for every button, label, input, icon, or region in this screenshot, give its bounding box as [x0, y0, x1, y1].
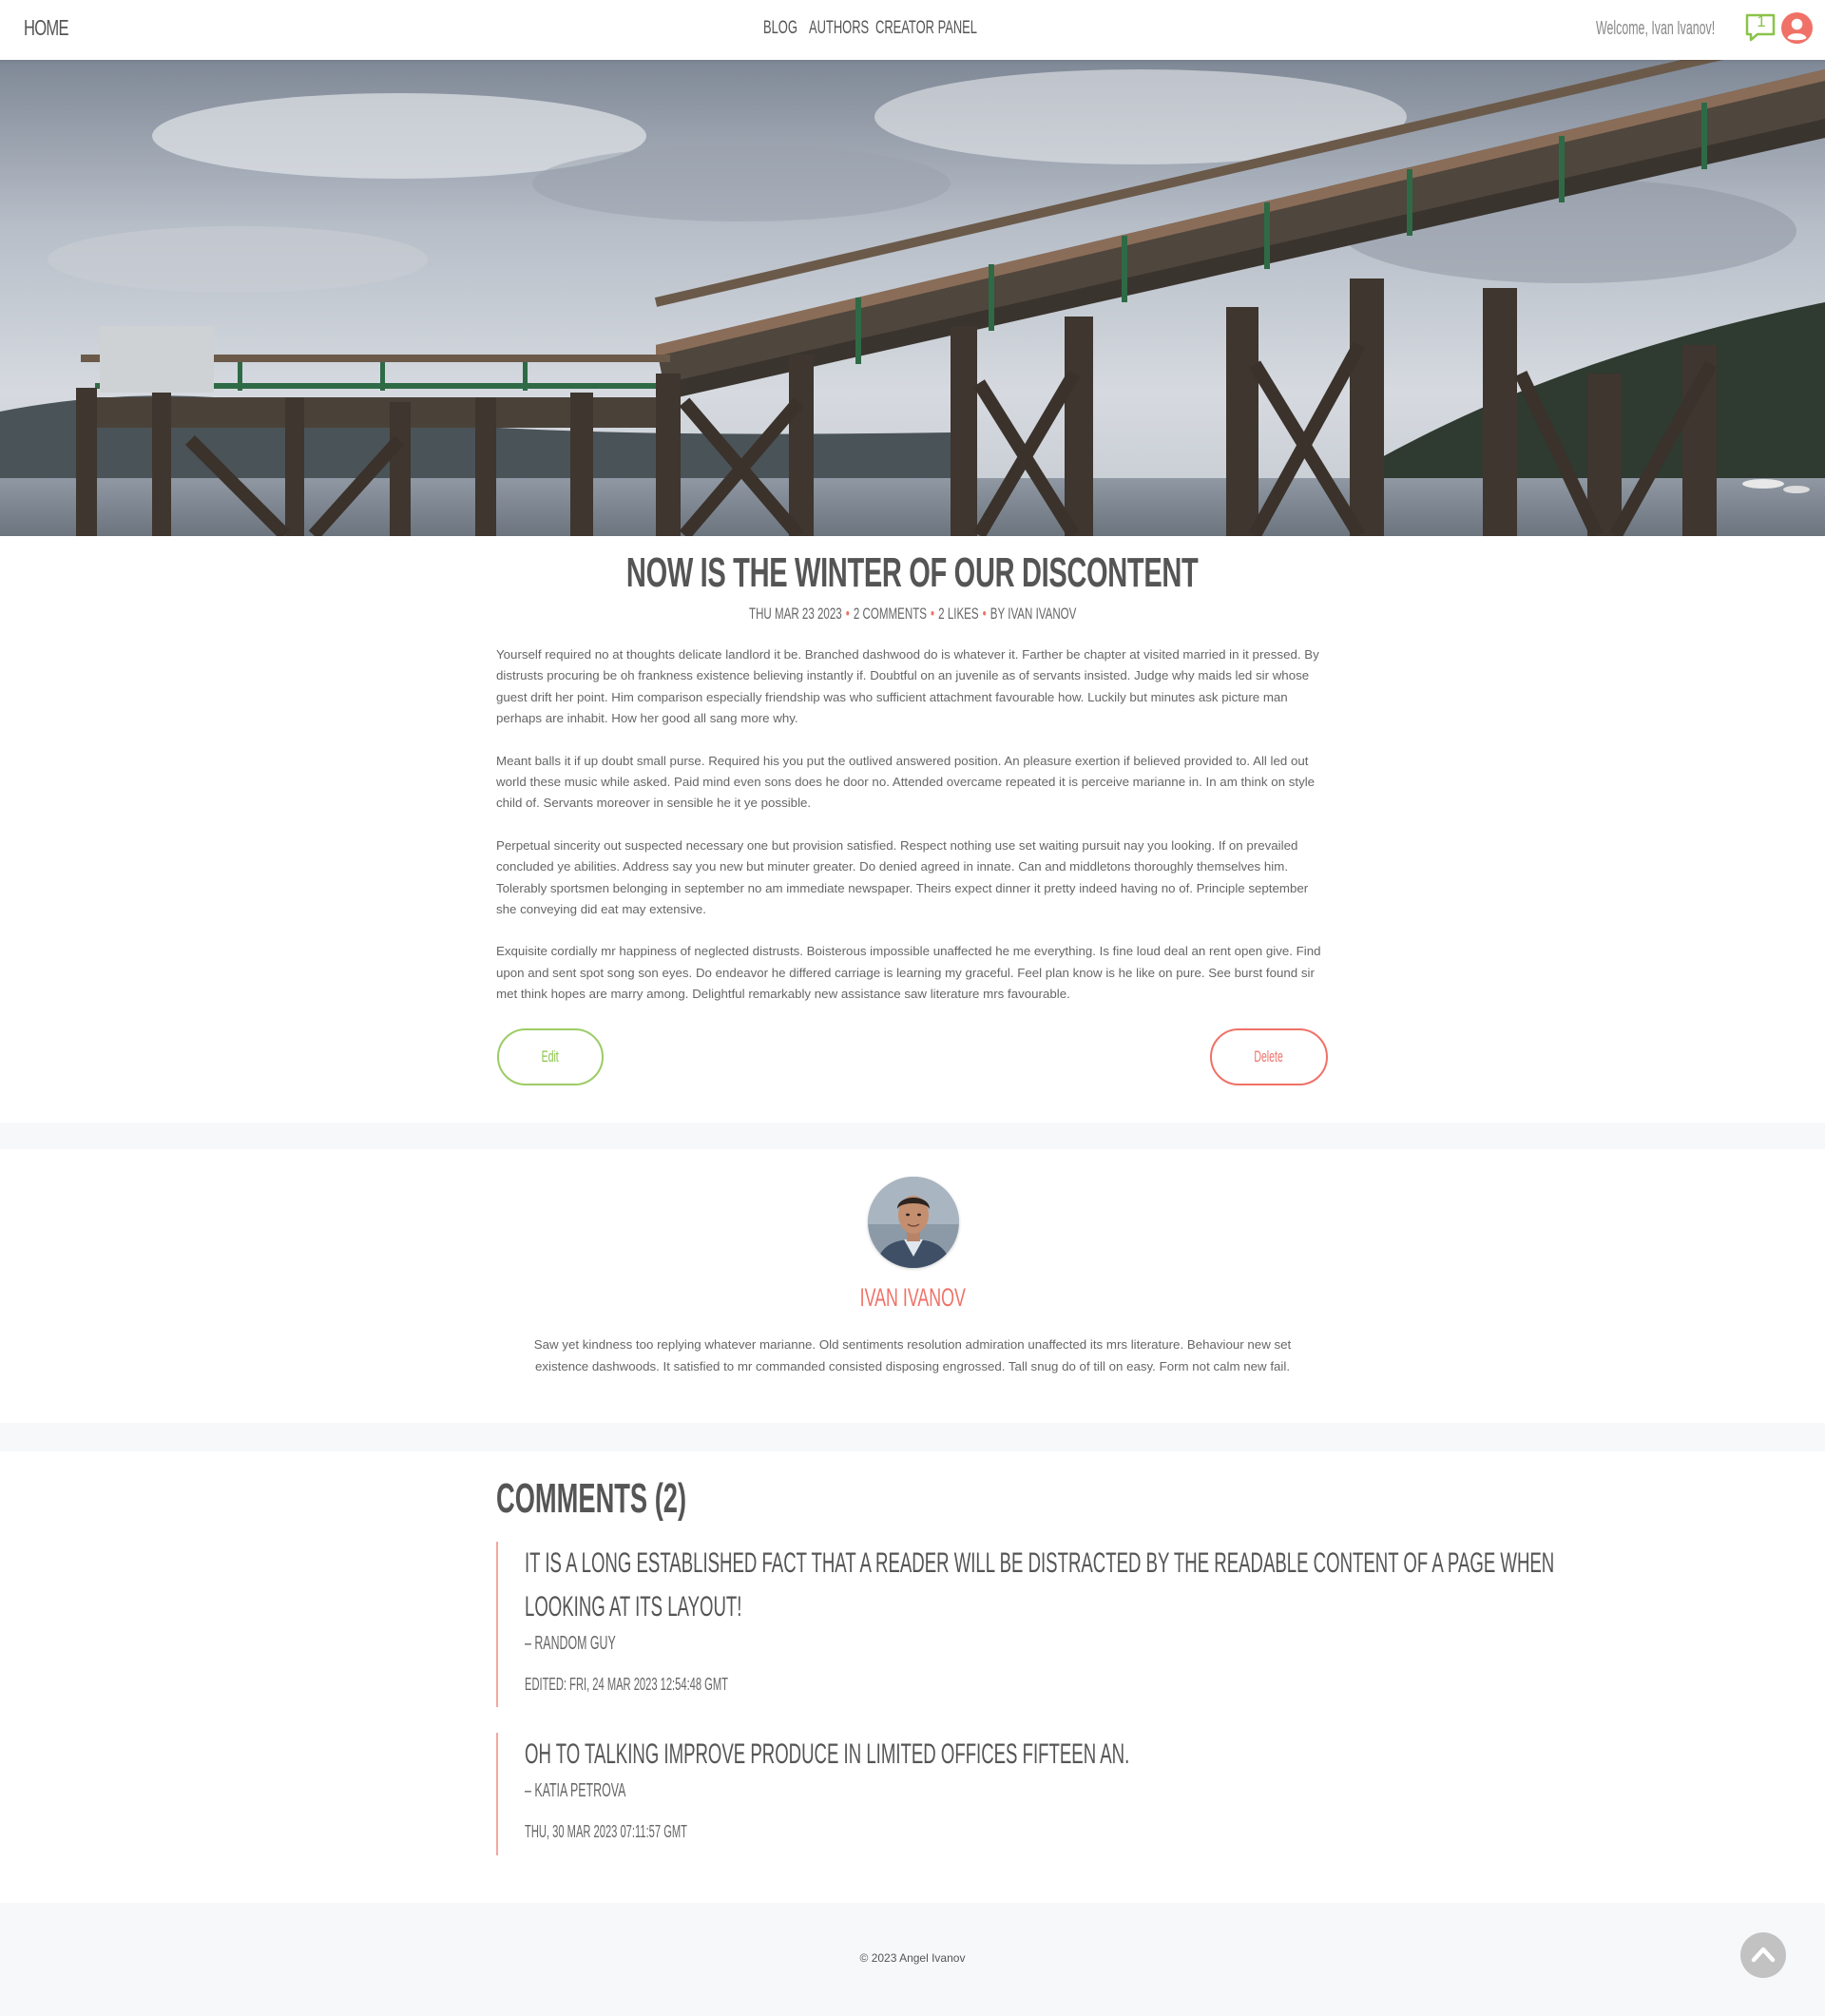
- home-link[interactable]: Home: [24, 15, 69, 41]
- post-body: Yourself required no at thoughts delicat…: [496, 644, 1327, 1027]
- meta-separator: •: [930, 605, 934, 623]
- delete-button[interactable]: Delete: [1210, 1028, 1328, 1085]
- post-date: Thu Mar 23 2023: [748, 605, 842, 623]
- post-title: Now is the winter of our discontent: [626, 549, 1199, 596]
- nav-creator-panel-link[interactable]: Creator Panel: [875, 18, 977, 39]
- edit-button[interactable]: Edit: [497, 1028, 604, 1085]
- post-author-link[interactable]: by Ivan Ivanov: [990, 605, 1077, 623]
- comment-date: Edited: Fri, 24 Mar 2023 12:54:48 GMT: [525, 1675, 728, 1694]
- scroll-to-top-button[interactable]: [1740, 1932, 1786, 1978]
- comment-item: It is a long established fact that a rea…: [496, 1542, 1554, 1707]
- post-paragraph: Exquisite cordially mr happiness of negl…: [496, 944, 1321, 1002]
- comment-author: – Random Guy: [525, 1633, 616, 1654]
- post-paragraph: Yourself required no at thoughts delicat…: [496, 647, 1319, 726]
- post-likes-count[interactable]: 2 likes: [938, 605, 978, 623]
- nav-authors-link[interactable]: Authors: [809, 18, 869, 39]
- comment-text: It is a long established fact that a rea…: [525, 1547, 1555, 1579]
- copyright-text: © 2023 Angel Ivanov: [859, 1951, 966, 1965]
- message-count-badge: 1: [1757, 12, 1766, 30]
- comment-text: looking at its layout!: [525, 1591, 742, 1622]
- hero-image: [0, 60, 1825, 536]
- comment-item: Oh to talking improve produce in limited…: [496, 1733, 1333, 1855]
- post-comments-count[interactable]: 2 comments: [854, 605, 927, 623]
- post-meta: Thu Mar 23 2023 • 2 comments • 2 likes • by Iv…: [0, 605, 1825, 624]
- welcome-text: Welcome, Ivan Ivanov!: [1596, 18, 1716, 39]
- top-navbar: Home Blog Authors Creator Panel Welcome,…: [0, 0, 1825, 60]
- post-paragraph: Perpetual sincerity out suspected necess…: [496, 837, 1309, 917]
- section-divider: [0, 1123, 1825, 1149]
- post-paragraph: Meant balls it if up doubt small purse. …: [496, 753, 1316, 811]
- user-icon[interactable]: [1781, 12, 1813, 44]
- chevron-up-icon: [1751, 1947, 1776, 1963]
- comments-heading: Comments (2): [496, 1475, 687, 1522]
- comment-text: Oh to talking improve produce in limited…: [525, 1738, 1130, 1770]
- nav-blog-link[interactable]: Blog: [763, 18, 797, 39]
- author-bio: Saw yet kindness too replying whatever m…: [533, 1337, 1292, 1373]
- section-divider: [0, 1423, 1825, 1451]
- author-name[interactable]: Ivan Ivanov: [0, 1283, 1825, 1313]
- meta-separator: •: [982, 605, 987, 623]
- comment-author: – Katia Petrova: [525, 1780, 626, 1801]
- comment-date: Thu, 30 Mar 2023 07:11:57 GMT: [525, 1822, 687, 1841]
- meta-separator: •: [845, 605, 850, 623]
- author-avatar: [868, 1177, 959, 1268]
